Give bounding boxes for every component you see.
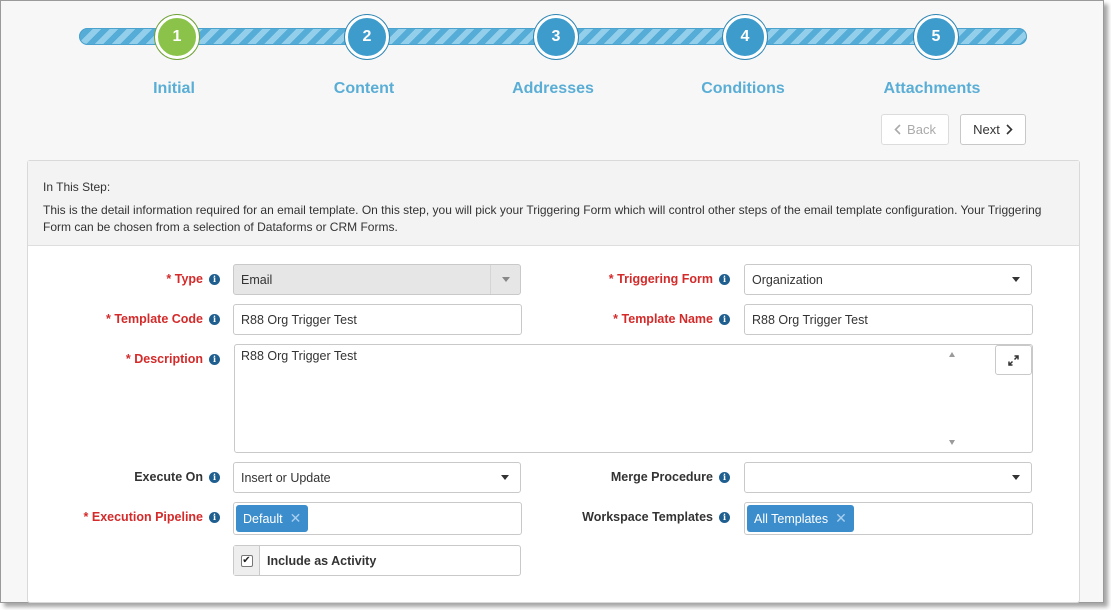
type-value: Email bbox=[241, 272, 273, 287]
checkbox-cell: ✔ bbox=[234, 546, 260, 575]
email-template-wizard: 1 2 3 4 5 Initial Content Addresses Cond… bbox=[0, 0, 1104, 603]
step-label-initial[interactable]: Initial bbox=[104, 80, 244, 98]
include-activity-checkbox[interactable]: ✔ bbox=[240, 554, 253, 567]
template-name-label: * Template Name i bbox=[558, 304, 730, 334]
chevron-left-icon bbox=[894, 124, 901, 135]
merge-procedure-label-text: Merge Procedure bbox=[610, 470, 713, 484]
tag-label: Default bbox=[243, 511, 283, 526]
execute-on-value: Insert or Update bbox=[241, 470, 331, 485]
description-value: R88 Org Trigger Test bbox=[241, 349, 357, 363]
workspace-templates-label-text: Workspace Templates bbox=[582, 510, 713, 524]
info-title: In This Step: bbox=[43, 180, 111, 194]
step-label-addresses[interactable]: Addresses bbox=[483, 80, 623, 98]
merge-procedure-select[interactable] bbox=[744, 462, 1032, 493]
selected-tag: All Templates ✕ bbox=[747, 505, 854, 532]
template-code-input[interactable]: R88 Org Trigger Test bbox=[233, 304, 522, 335]
step-number: 5 bbox=[931, 28, 941, 45]
include-activity-checkbox-group[interactable]: ✔ Include as Activity bbox=[233, 545, 521, 576]
chevron-right-icon bbox=[1006, 124, 1013, 135]
step-3-circle[interactable]: 3 bbox=[534, 15, 578, 59]
info-icon[interactable]: i bbox=[209, 313, 220, 325]
workspace-templates-label: Workspace Templates i bbox=[558, 502, 730, 532]
tag-label: All Templates bbox=[754, 511, 829, 526]
back-button-label: Back bbox=[907, 122, 936, 137]
selected-tag: Default ✕ bbox=[236, 505, 309, 532]
required-mark: * bbox=[166, 272, 172, 286]
next-button-label: Next bbox=[973, 122, 1000, 137]
required-mark: * bbox=[125, 352, 131, 366]
info-icon[interactable]: i bbox=[209, 471, 220, 483]
execute-on-select[interactable]: Insert or Update bbox=[233, 462, 521, 493]
required-mark: * bbox=[83, 510, 89, 524]
execution-pipeline-label: * Execution Pipeline i bbox=[48, 502, 220, 532]
step-label-content[interactable]: Content bbox=[294, 80, 434, 98]
check-icon: ✔ bbox=[242, 554, 251, 566]
triggering-form-value: Organization bbox=[752, 272, 823, 287]
step-number: 2 bbox=[362, 28, 372, 45]
template-name-input[interactable]: R88 Org Trigger Test bbox=[744, 304, 1033, 335]
required-mark: * bbox=[613, 312, 619, 326]
execute-on-label: Execute On i bbox=[48, 462, 220, 492]
template-name-label-text: Template Name bbox=[621, 312, 713, 326]
template-name-value: R88 Org Trigger Test bbox=[752, 312, 868, 327]
back-button[interactable]: Back bbox=[881, 114, 949, 145]
description-label: * Description i bbox=[48, 344, 220, 374]
step-number: 3 bbox=[551, 28, 561, 45]
chevron-down-icon bbox=[1001, 463, 1031, 492]
required-mark: * bbox=[105, 312, 111, 326]
step-label-conditions[interactable]: Conditions bbox=[673, 80, 813, 98]
execution-pipeline-label-text: Execution Pipeline bbox=[91, 510, 203, 524]
expand-icon bbox=[1008, 354, 1019, 366]
scroll-up-icon[interactable] bbox=[949, 352, 955, 357]
description-label-text: Description bbox=[134, 352, 203, 366]
step-number: 1 bbox=[172, 28, 182, 45]
include-activity-label: Include as Activity bbox=[267, 553, 377, 568]
triggering-form-label-text: Triggering Form bbox=[617, 272, 713, 286]
remove-tag-icon[interactable]: ✕ bbox=[290, 510, 302, 527]
scroll-down-icon[interactable] bbox=[949, 440, 955, 445]
info-icon[interactable]: i bbox=[209, 353, 220, 365]
type-select[interactable]: Email bbox=[233, 264, 521, 295]
info-icon[interactable]: i bbox=[719, 313, 730, 325]
next-button[interactable]: Next bbox=[960, 114, 1026, 145]
step-label-attachments[interactable]: Attachments bbox=[862, 80, 1002, 98]
template-code-label-text: Template Code bbox=[114, 312, 203, 326]
workspace-templates-multiselect[interactable]: All Templates ✕ bbox=[744, 502, 1033, 535]
step-2-circle[interactable]: 2 bbox=[345, 15, 389, 59]
type-label: * Type i bbox=[48, 264, 220, 294]
step-panel: In This Step: This is the detail informa… bbox=[27, 160, 1080, 603]
expand-editor-button[interactable] bbox=[995, 345, 1032, 375]
merge-procedure-label: Merge Procedure i bbox=[558, 462, 730, 492]
info-icon[interactable]: i bbox=[209, 511, 220, 523]
step-info: In This Step: This is the detail informa… bbox=[28, 161, 1079, 246]
info-icon[interactable]: i bbox=[719, 471, 730, 483]
required-mark: * bbox=[608, 272, 614, 286]
remove-tag-icon[interactable]: ✕ bbox=[835, 510, 847, 527]
triggering-form-select[interactable]: Organization bbox=[744, 264, 1032, 295]
chevron-down-icon bbox=[490, 265, 520, 294]
template-code-value: R88 Org Trigger Test bbox=[241, 312, 357, 327]
step-4-circle[interactable]: 4 bbox=[723, 15, 767, 59]
template-code-label: * Template Code i bbox=[48, 304, 220, 334]
chevron-down-icon bbox=[490, 463, 520, 492]
info-icon[interactable]: i bbox=[719, 273, 730, 285]
info-icon[interactable]: i bbox=[209, 273, 220, 285]
info-text: This is the detail information required … bbox=[43, 203, 1042, 234]
chevron-down-icon bbox=[1001, 265, 1031, 294]
description-textarea[interactable]: R88 Org Trigger Test bbox=[234, 344, 1033, 453]
execute-on-label-text: Execute On bbox=[134, 470, 203, 484]
execution-pipeline-multiselect[interactable]: Default ✕ bbox=[233, 502, 522, 535]
triggering-form-label: * Triggering Form i bbox=[558, 264, 730, 294]
step-1-circle[interactable]: 1 bbox=[155, 15, 199, 59]
info-icon[interactable]: i bbox=[719, 511, 730, 523]
step-5-circle[interactable]: 5 bbox=[914, 15, 958, 59]
step-number: 4 bbox=[740, 28, 750, 45]
type-label-text: Type bbox=[174, 272, 203, 286]
